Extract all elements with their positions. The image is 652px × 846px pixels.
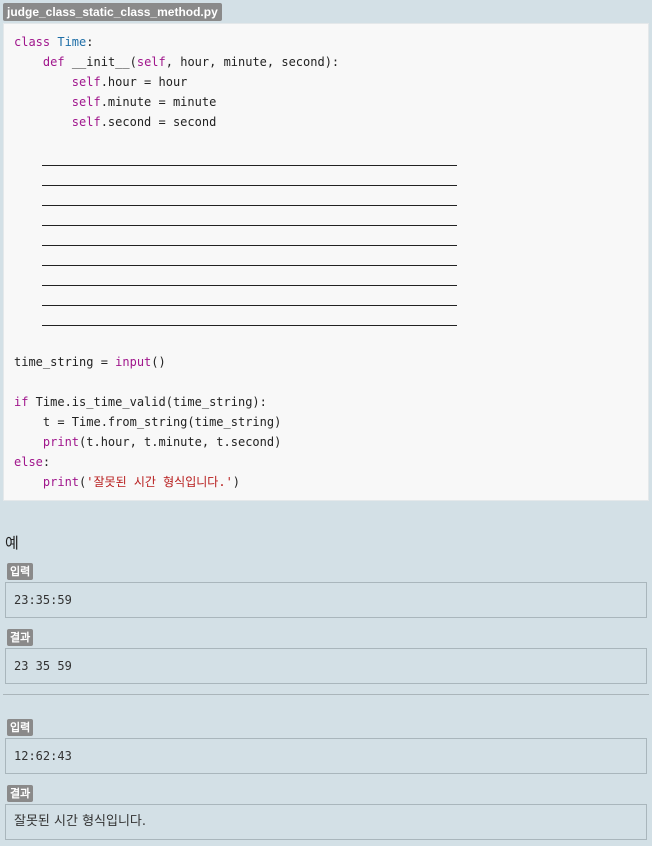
- code-text: time_string =: [14, 355, 116, 369]
- string-literal: '잘못된 시간 형식입니다.': [86, 475, 233, 489]
- class-name: Time: [57, 35, 87, 49]
- example-input-box: 23:35:59: [5, 582, 647, 618]
- code-line-def: def __init__(self, hour, minute, second)…: [14, 52, 339, 72]
- keyword: class: [14, 35, 51, 49]
- input-label: 입력: [7, 563, 34, 580]
- code-text: .minute = minute: [100, 95, 217, 109]
- keyword: def: [42, 55, 65, 69]
- example-input-box: 12:62:43: [5, 738, 647, 774]
- code-text: :: [42, 455, 51, 469]
- fill-in-blank-line: [42, 185, 457, 186]
- code-text: :: [86, 35, 94, 49]
- input-label: 입력: [7, 719, 34, 736]
- builtin-function: input: [115, 355, 152, 369]
- code-line-hour: self.hour = hour: [14, 72, 188, 92]
- example-output-box: 23 35 59: [5, 648, 647, 684]
- code-line-second: self.second = second: [14, 112, 217, 132]
- code-line-else: else:: [14, 452, 50, 472]
- code-text: (): [151, 355, 166, 369]
- code-text: (t.hour, t.minute, t.second): [79, 435, 282, 449]
- code-line-print-error: print('잘못된 시간 형식입니다.'): [14, 472, 240, 492]
- code-text: , hour, minute, second):: [165, 55, 340, 69]
- fill-in-blank-line: [42, 205, 457, 206]
- fill-in-blank-line: [42, 305, 457, 306]
- filename-label: judge_class_static_class_method.py: [3, 3, 222, 21]
- fill-in-blank-line: [42, 285, 457, 286]
- code-line-from-string: t = Time.from_string(time_string): [14, 412, 281, 432]
- builtin-function: print: [42, 435, 80, 449]
- keyword: else: [14, 455, 43, 469]
- code-block: class Time: def __init__(self, hour, min…: [3, 23, 649, 501]
- output-label: 결과: [7, 785, 34, 802]
- code-line-input: time_string = input(): [14, 352, 166, 372]
- fill-in-blank-line: [42, 265, 457, 266]
- code-line-class: class Time:: [14, 32, 94, 52]
- output-label: 결과: [7, 629, 34, 646]
- code-line-print: print(t.hour, t.minute, t.second): [14, 432, 281, 452]
- code-text: __init__(: [71, 55, 137, 69]
- fill-in-blank-line: [42, 245, 457, 246]
- example-output-box: 잘못된 시간 형식입니다.: [5, 804, 647, 840]
- code-text: t = Time.from_string(time_string): [42, 415, 282, 429]
- builtin-function: print: [42, 475, 80, 489]
- example-divider: [3, 694, 649, 695]
- code-text: .hour = hour: [100, 75, 188, 89]
- code-text: Time.is_time_valid(time_string):: [28, 395, 267, 409]
- self-keyword: self: [71, 115, 101, 129]
- fill-in-blank-line: [42, 325, 457, 326]
- self-keyword: self: [136, 55, 166, 69]
- self-keyword: self: [71, 95, 101, 109]
- keyword: if: [14, 395, 29, 409]
- code-line-if: if Time.is_time_valid(time_string):: [14, 392, 267, 412]
- code-text: .second = second: [100, 115, 217, 129]
- fill-in-blank-line: [42, 165, 457, 166]
- code-line-minute: self.minute = minute: [14, 92, 217, 112]
- code-text: ): [232, 475, 241, 489]
- self-keyword: self: [71, 75, 101, 89]
- example-heading: 예: [5, 534, 19, 552]
- fill-in-blank-line: [42, 225, 457, 226]
